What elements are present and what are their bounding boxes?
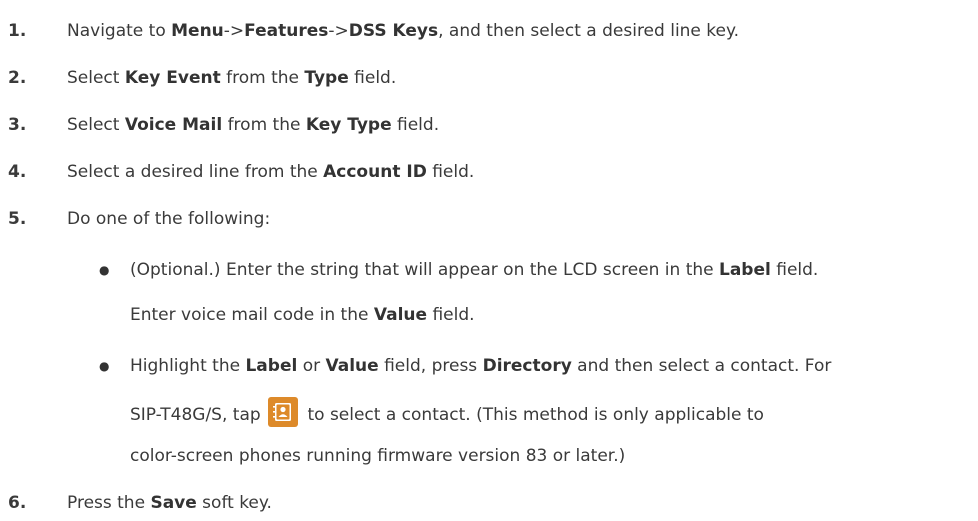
step-text: Select a desired line from the Account I… (67, 162, 475, 182)
step-text: Do one of the following: (67, 209, 271, 229)
step-text: Select Voice Mail from the Key Type fiel… (67, 115, 440, 135)
step-text: Select Key Event from the Type field. (67, 68, 397, 88)
step-number: 1. (8, 21, 27, 41)
bullet-text: SIP-T48G/S, tap to select a contact. (Th… (130, 397, 764, 430)
bullet-text: (Optional.) Enter the string that will a… (130, 260, 819, 280)
bullet-text: Enter voice mail code in the Value field… (130, 305, 475, 325)
bullet-text: color-screen phones running firmware ver… (130, 446, 626, 466)
step-number: 2. (8, 68, 27, 88)
step-text: Navigate to Menu->Features->DSS Keys, an… (67, 21, 740, 41)
directory-contact-icon[interactable] (268, 397, 299, 427)
step-text: Press the Save soft key. (67, 493, 272, 513)
bullet-marker: ● (99, 359, 110, 373)
step-number: 5. (8, 209, 27, 229)
step-number: 4. (8, 162, 27, 182)
bullet-text: Highlight the Label or Value field, pres… (130, 356, 832, 376)
bullet-marker: ● (99, 263, 110, 277)
step-number: 3. (8, 115, 27, 135)
step-number: 6. (8, 493, 27, 513)
